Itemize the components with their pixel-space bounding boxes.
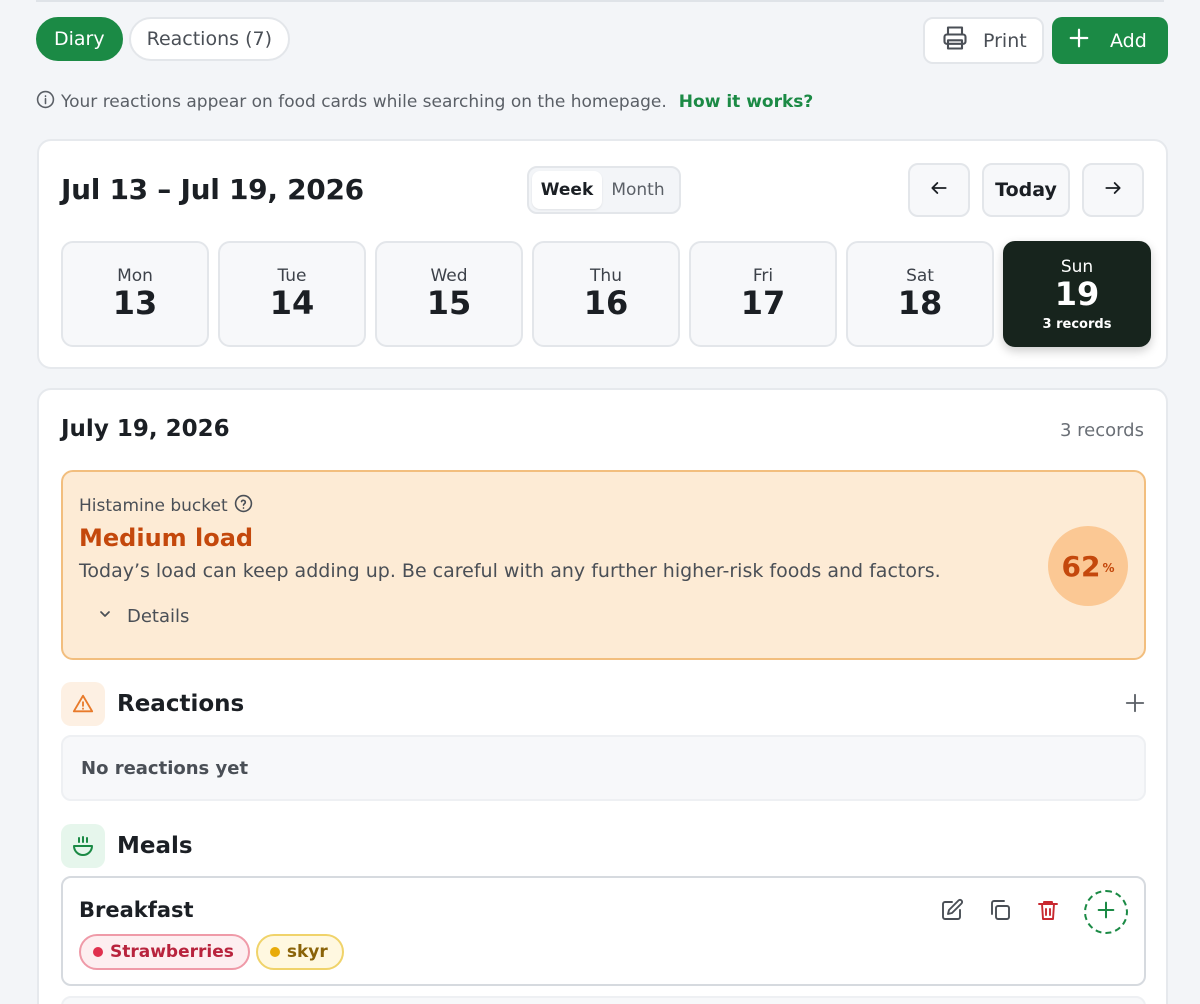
day-name: Fri <box>752 266 774 286</box>
how-it-works-link[interactable]: How it works? <box>679 92 813 112</box>
reactions-empty-state: No reactions yet <box>61 735 1146 801</box>
chevron-down-icon <box>97 606 113 627</box>
day-mon[interactable]: Mon 13 <box>61 241 209 347</box>
day-date: 17 <box>740 284 786 322</box>
food-label: skyr <box>286 942 328 962</box>
copy-icon[interactable] <box>988 898 1012 926</box>
day-thu[interactable]: Thu 16 <box>532 241 680 347</box>
load-percent-value: 62 <box>1061 549 1101 583</box>
day-selector: Mon 13 Tue 14 Wed 15 Thu 16 Fri 17 Sat 1… <box>61 241 1151 347</box>
edit-icon[interactable] <box>940 898 964 926</box>
add-food-button[interactable] <box>1084 890 1128 934</box>
reactions-title: Reactions <box>117 691 245 717</box>
day-record-count: 3 records <box>1042 316 1112 332</box>
add-label: Add <box>1110 29 1147 52</box>
plus-icon <box>1068 27 1090 54</box>
arrow-right-icon <box>1103 178 1123 203</box>
previous-week-button[interactable] <box>908 163 970 217</box>
month-toggle[interactable]: Month <box>602 171 674 209</box>
print-label: Print <box>983 29 1027 52</box>
add-button[interactable]: Add <box>1052 17 1168 64</box>
day-date: 16 <box>583 284 629 322</box>
food-chip[interactable]: skyr <box>255 934 344 970</box>
day-wed[interactable]: Wed 15 <box>375 241 523 347</box>
next-meal-card-partial <box>61 996 1146 1004</box>
top-divider <box>36 0 1164 2</box>
printer-icon <box>941 24 969 57</box>
bucket-label-row: Histamine bucket <box>79 494 253 518</box>
next-week-button[interactable] <box>1082 163 1144 217</box>
day-name: Mon <box>117 266 153 286</box>
bucket-label: Histamine bucket <box>79 496 228 516</box>
meal-card-breakfast: Breakfast Strawberries skyr <box>61 876 1146 986</box>
add-reaction-button[interactable] <box>1124 692 1146 718</box>
risk-dot <box>269 947 280 957</box>
food-label: Strawberries <box>110 942 234 962</box>
risk-dot <box>93 947 103 957</box>
view-toggle: Week Month <box>527 166 681 214</box>
week-calendar-card: Jul 13 – Jul 19, 2026 Week Month Today M… <box>37 139 1168 369</box>
tab-diary[interactable]: Diary <box>36 17 123 61</box>
load-percent-badge: 62 % <box>1048 526 1128 606</box>
day-date: 13 <box>112 284 158 322</box>
day-name: Tue <box>277 266 307 286</box>
reactions-section-header: Reactions <box>61 682 244 726</box>
food-chip[interactable]: Strawberries <box>79 934 250 970</box>
view-tabs: Diary Reactions (7) <box>36 17 290 61</box>
day-detail-card: July 19, 2026 3 records Histamine bucket… <box>37 388 1168 1004</box>
day-date: 19 <box>1054 274 1100 313</box>
histamine-bucket-panel: Histamine bucket Medium load Today’s loa… <box>61 470 1146 660</box>
plus-icon <box>1095 899 1117 925</box>
day-date: 18 <box>897 284 943 322</box>
info-banner: Your reactions appear on food cards whil… <box>36 90 813 114</box>
today-button[interactable]: Today <box>982 163 1070 217</box>
day-sat[interactable]: Sat 18 <box>846 241 994 347</box>
load-description: Today’s load can keep adding up. Be care… <box>79 560 941 582</box>
details-toggle[interactable]: Details <box>97 606 189 627</box>
day-sun-selected[interactable]: Sun 19 3 records <box>1003 241 1151 347</box>
day-name: Thu <box>590 266 622 286</box>
day-fri[interactable]: Fri 17 <box>689 241 837 347</box>
food-chips: Strawberries skyr <box>79 934 344 970</box>
details-label: Details <box>127 606 190 627</box>
day-name: Wed <box>430 266 468 286</box>
help-icon[interactable] <box>234 494 253 518</box>
load-percent-sign: % <box>1102 561 1115 575</box>
date-range-title: Jul 13 – Jul 19, 2026 <box>61 173 364 206</box>
warning-icon <box>61 682 105 726</box>
day-name: Sun <box>1060 256 1094 277</box>
info-text: Your reactions appear on food cards whil… <box>61 92 667 112</box>
meals-title: Meals <box>117 833 193 859</box>
load-level: Medium load <box>79 524 254 552</box>
bowl-icon <box>61 824 105 868</box>
week-toggle[interactable]: Week <box>532 171 602 209</box>
meal-title: Breakfast <box>79 898 194 922</box>
day-date: 14 <box>269 284 315 322</box>
arrow-left-icon <box>929 178 949 203</box>
meals-section-header: Meals <box>61 824 193 868</box>
meal-actions <box>940 890 1128 934</box>
plus-icon <box>1124 693 1146 718</box>
day-record-total: 3 records <box>1059 420 1144 441</box>
day-date: 15 <box>426 284 472 322</box>
day-tue[interactable]: Tue 14 <box>218 241 366 347</box>
print-button[interactable]: Print <box>923 17 1044 64</box>
tab-reactions[interactable]: Reactions (7) <box>128 17 290 61</box>
day-title: July 19, 2026 <box>61 416 230 442</box>
day-name: Sat <box>906 266 934 286</box>
info-icon <box>36 90 55 114</box>
week-navigation: Today <box>908 163 1144 217</box>
trash-icon[interactable] <box>1036 898 1060 926</box>
top-actions: Print Add <box>923 17 1168 64</box>
